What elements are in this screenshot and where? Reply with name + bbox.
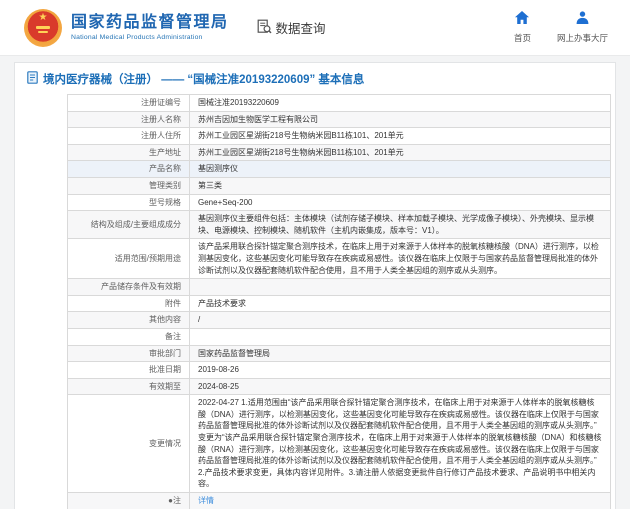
row-label: 管理类别 xyxy=(67,176,190,195)
row-label: 结构及组成/主要组成成分 xyxy=(67,210,190,240)
row-value xyxy=(189,327,611,346)
row-value: 2022-04-27 1.适用范围由“该产品采用联合探针锚定聚合测序技术，在临床… xyxy=(189,394,611,494)
emblem-gate-icon xyxy=(36,25,50,29)
row-value: 第三类 xyxy=(189,176,611,195)
table-row: 注册人住所 苏州工业园区星湖街218号生物纳米园B11栋101、201单元 xyxy=(67,127,611,145)
row-label: 适用范围/预期用途 xyxy=(67,238,190,280)
row-label: 有效期至 xyxy=(67,377,190,396)
row-value: 国家药品监督管理局 xyxy=(189,344,611,363)
table-row: 生产地址 苏州工业园区星湖街218号生物纳米园B11栋101、201单元 xyxy=(67,143,611,162)
brand-block: 国家药品监督管理局 National Medical Products Admi… xyxy=(71,14,229,41)
row-value: 苏州吉因加生物医学工程有限公司 xyxy=(189,110,611,129)
table-row: 结构及组成/主要组成成分 基因测序仪主要组件包括：主体模块（试剂存储子模块、样本加… xyxy=(67,210,611,240)
table-row: 管理类别 第三类 xyxy=(67,176,611,195)
table-row: 审批部门 国家药品监督管理局 xyxy=(67,344,611,363)
row-value: 2019-08-26 xyxy=(189,361,611,379)
detail-link[interactable]: 详情 xyxy=(198,496,214,505)
table-row: 有效期至 2024-08-25 xyxy=(67,377,611,396)
table-row: 产品名称 基因测序仪 xyxy=(67,160,611,178)
row-label: ●注 xyxy=(67,492,190,509)
row-value: 该产品采用联合探针锚定聚合测序技术，在临床上用于对来源于人体样本的脱氧核糖核酸（… xyxy=(189,238,611,280)
content-panel: 境内医疗器械（注册） —— “国械注准20193220609” 基本信息 注册证… xyxy=(14,62,616,509)
row-value: 基因测序仪主要组件包括：主体模块（试剂存储子模块、样本加载子模块、光学成像子模块… xyxy=(189,210,611,240)
row-label: 变更情况 xyxy=(67,394,190,494)
data-query-icon xyxy=(257,19,272,37)
nav-home-label: 首页 xyxy=(513,33,531,43)
table-row: 备注 xyxy=(67,327,611,346)
row-label: 审批部门 xyxy=(67,344,190,363)
emblem-gate-icon xyxy=(38,30,48,33)
row-value: 产品技术要求 xyxy=(189,294,611,313)
table-row: 附件 产品技术要求 xyxy=(67,294,611,313)
nmpa-emblem-logo: ★ xyxy=(24,8,62,47)
row-value: 苏州工业园区星湖街218号生物纳米园B11栋101、201单元 xyxy=(189,143,611,162)
row-value: Gene+Seq-200 xyxy=(189,193,611,212)
row-label: 附件 xyxy=(67,294,190,313)
row-value: 基因测序仪 xyxy=(189,160,611,178)
row-label: 注册证编号 xyxy=(67,94,190,112)
nav-home[interactable]: 首页 xyxy=(514,11,531,44)
table-row: 型号规格 Gene+Seq-200 xyxy=(67,193,611,212)
document-icon xyxy=(27,71,38,87)
row-value xyxy=(189,278,611,296)
site-header: ★ 国家药品监督管理局 National Medical Products Ad… xyxy=(0,0,630,56)
row-label: 其他内容 xyxy=(67,311,190,329)
row-label: 生产地址 xyxy=(67,143,190,162)
table-row: 注册人名称 苏州吉因加生物医学工程有限公司 xyxy=(67,110,611,129)
emblem-star-icon: ★ xyxy=(38,11,48,23)
registration-info-table: 注册证编号 国械注准20193220609 注册人名称 苏州吉因加生物医学工程有限公司… xyxy=(67,94,611,509)
nav-online-hall-label: 网上办事大厅 xyxy=(556,33,608,43)
row-value: 国械注准20193220609 xyxy=(189,94,611,112)
table-row: 产品储存条件及有效期 xyxy=(67,278,611,296)
brand-subtitle: National Medical Products Administration xyxy=(71,34,203,42)
table-row: ●注 详情 xyxy=(67,492,611,509)
table-row: 适用范围/预期用途 该产品采用联合探针锚定聚合测序技术，在临床上用于对来源于人体样… xyxy=(67,238,611,280)
table-row: 注册证编号 国械注准20193220609 xyxy=(67,94,611,112)
row-value: 2024-08-25 xyxy=(189,377,611,396)
row-label: 产品名称 xyxy=(67,160,190,178)
row-value: / xyxy=(189,311,611,329)
table-row: 变更情况 2022-04-27 1.适用范围由“该产品采用联合探针锚定聚合测序技术… xyxy=(67,394,611,494)
row-label: 注册人住所 xyxy=(67,127,190,145)
row-label: 备注 xyxy=(67,327,190,346)
brand-title: 国家药品监督管理局 xyxy=(71,13,229,31)
row-value: 苏州工业园区星湖街218号生物纳米园B11栋101、201单元 xyxy=(189,127,611,145)
data-query-label: 数据查询 xyxy=(275,22,326,36)
table-row: 批准日期 2019-08-26 xyxy=(67,361,611,379)
row-label: 产品储存条件及有效期 xyxy=(67,278,190,296)
row-label: 注册人名称 xyxy=(67,110,190,129)
page-title: 境内医疗器械（注册） —— “国械注准20193220609” 基本信息 xyxy=(43,74,365,86)
row-label: 批准日期 xyxy=(67,361,190,379)
table-row: 其他内容 / xyxy=(67,311,611,329)
info-table-body: 注册证编号 国械注准20193220609 注册人名称 苏州吉因加生物医学工程有限公司… xyxy=(67,94,611,509)
row-label: 型号规格 xyxy=(67,193,190,212)
home-icon xyxy=(515,11,530,29)
nav-online-hall[interactable]: 网上办事大厅 xyxy=(557,11,608,44)
page-title-bar: 境内医疗器械（注册） —— “国械注准20193220609” 基本信息 xyxy=(15,63,615,94)
person-icon xyxy=(576,11,589,29)
row-value: 详情 xyxy=(189,492,611,509)
data-query-nav[interactable]: 数据查询 xyxy=(257,18,326,37)
